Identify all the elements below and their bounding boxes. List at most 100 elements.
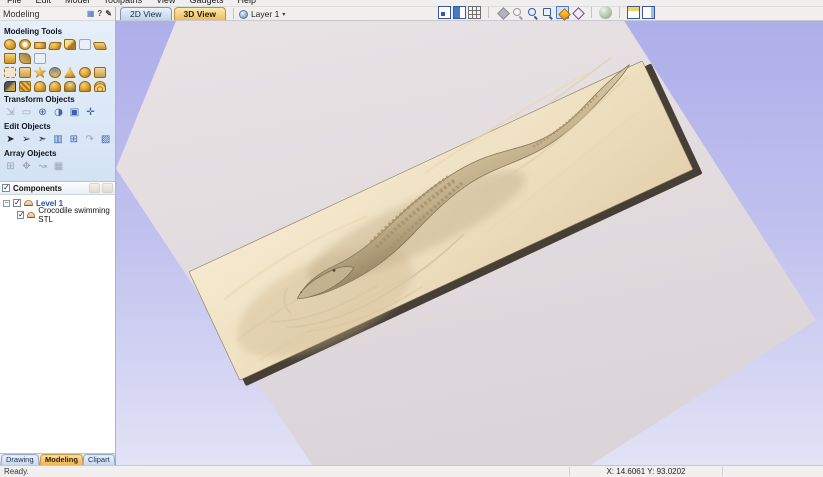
menu-item-gadgets[interactable]: Gadgets: [182, 0, 230, 6]
array-nest-icon[interactable]: ▦: [52, 161, 65, 173]
toggle-material-block-icon[interactable]: [556, 6, 569, 19]
edit-node-edit-icon[interactable]: ➢: [20, 134, 33, 146]
layer-selector[interactable]: Layer 1 ▾: [239, 9, 285, 19]
section-title: Edit Objects: [4, 122, 112, 131]
pin-panel-icon[interactable]: ✎: [105, 10, 112, 18]
tool-icon-row: ➤➢➣▥⊞↷▨: [4, 134, 112, 146]
tool-icon-row: [4, 39, 112, 50]
modeling-tool-icon-22[interactable]: [64, 81, 76, 92]
edit-select-icon[interactable]: ➤: [4, 134, 17, 146]
zoom-disabled-icon[interactable]: [511, 6, 524, 19]
modeling-tool-icon-20[interactable]: [34, 81, 46, 92]
tile-views-icon[interactable]: [453, 6, 466, 19]
tab-drawing[interactable]: Drawing: [0, 454, 39, 465]
modeling-tool-icon-6[interactable]: [79, 39, 91, 50]
modeling-tool-icon-16[interactable]: [79, 67, 91, 78]
transform-mirror-icon[interactable]: ◑: [52, 107, 65, 119]
modeling-tool-icon-12[interactable]: [19, 67, 31, 78]
modeling-tool-icon-23[interactable]: [79, 81, 91, 92]
tool-icon-row: [4, 81, 112, 92]
array-block-copy-icon[interactable]: ⊞: [4, 161, 17, 173]
menu-item-help[interactable]: Help: [230, 0, 263, 6]
edit-trim-icon[interactable]: ▥: [52, 134, 65, 146]
cursor-coordinates: X: 14.6061 Y: 93.0202: [570, 467, 722, 476]
visibility-checkbox[interactable]: [17, 211, 24, 219]
edit-fill-icon[interactable]: ▨: [99, 134, 112, 146]
shaded-render-icon[interactable]: [599, 6, 612, 19]
layers-globe-icon: [239, 10, 248, 19]
modeling-tool-icon-18[interactable]: [4, 81, 16, 92]
array-along-curve-icon[interactable]: ↝: [36, 161, 49, 173]
component-tool-b-icon[interactable]: [102, 183, 113, 193]
modeling-tool-icon-7[interactable]: [93, 42, 108, 50]
components-label: Components: [13, 184, 62, 193]
toggle-grid-icon[interactable]: [468, 6, 481, 19]
view-tab-3d-view[interactable]: 3D View: [174, 7, 226, 20]
toolbar-group-separator: [619, 7, 620, 18]
modeling-tool-icon-15[interactable]: [64, 67, 76, 78]
tab-clipart[interactable]: Clipart: [83, 454, 116, 465]
modeling-tool-icon-1[interactable]: [4, 39, 16, 50]
section-title: Array Objects: [4, 149, 112, 158]
zoom-box-icon[interactable]: [541, 6, 554, 19]
modeling-tool-icon-21[interactable]: [49, 81, 61, 92]
edit-measure-icon[interactable]: ➣: [36, 134, 49, 146]
toolbar-group: [438, 6, 481, 19]
modeling-tool-icon-2[interactable]: [19, 39, 31, 50]
viewport-3d[interactable]: [116, 21, 823, 465]
modeling-tool-icon-13[interactable]: [34, 67, 46, 78]
modeling-tool-icon-3[interactable]: [34, 42, 46, 49]
toolbar-group-separator: [488, 7, 489, 18]
menu-item-file[interactable]: File: [0, 0, 29, 6]
section-title: Transform Objects: [4, 95, 112, 104]
view-toolbar: [438, 6, 655, 19]
menu-item-edit[interactable]: Edit: [29, 0, 59, 6]
modeling-tool-icon-10[interactable]: [34, 53, 46, 64]
modeling-tool-icon-9[interactable]: [19, 53, 31, 64]
menu-item-model[interactable]: Model: [58, 0, 97, 6]
modeling-tool-icon-8[interactable]: [4, 53, 16, 64]
transform-distort-icon[interactable]: ▣: [68, 107, 81, 119]
tool-icon-row: ⇲▭⊕◑▣✛: [4, 107, 112, 119]
transform-size-icon[interactable]: ▭: [20, 107, 33, 119]
dock-window-icon[interactable]: ▦: [87, 10, 95, 18]
toolbar-group-separator: [591, 7, 592, 18]
components-checkbox[interactable]: [2, 184, 10, 192]
array-circular-icon[interactable]: ✥: [20, 161, 33, 173]
zoom-in-icon[interactable]: [526, 6, 539, 19]
tab-modeling[interactable]: Modeling: [39, 454, 83, 465]
view-tab-2d-view[interactable]: 2D View: [120, 7, 172, 20]
tool-icon-row: ⊞✥↝▦: [4, 161, 112, 173]
transform-scale-icon[interactable]: ⇲: [4, 107, 17, 119]
layout-split-icon[interactable]: [642, 6, 655, 19]
view-tab-bar: 2D View3D View Layer 1 ▾: [116, 7, 823, 21]
modeling-tool-icon-11[interactable]: [4, 67, 16, 78]
tree-expander-icon[interactable]: −: [3, 200, 10, 207]
transform-align-icon[interactable]: ✛: [84, 107, 97, 119]
zoom-to-fit-icon[interactable]: [438, 6, 451, 19]
panel-bottom-tabs: DrawingModelingClipartLayers: [0, 453, 115, 465]
menu-item-toolpaths[interactable]: Toolpaths: [97, 0, 150, 6]
modeling-tool-icon-4[interactable]: [48, 42, 62, 50]
view-tabs: 2D View3D View: [120, 7, 228, 20]
modeling-tool-icon-5[interactable]: [64, 39, 76, 50]
view-column: 2D View3D View Layer 1 ▾: [116, 7, 823, 465]
tree-item-component[interactable]: Crocodile swimming STL: [3, 210, 115, 220]
menu-item-view[interactable]: View: [149, 0, 182, 6]
modeling-tool-icon-19[interactable]: [19, 81, 31, 92]
material-diamond-disabled-icon[interactable]: [496, 6, 509, 19]
layout-single-icon[interactable]: [627, 6, 640, 19]
modeling-tool-icon-17[interactable]: [94, 67, 106, 78]
section-title: Modeling Tools: [4, 27, 112, 36]
help-icon[interactable]: ?: [97, 10, 102, 18]
component-tool-a-icon[interactable]: [89, 183, 100, 193]
edit-curve-icon[interactable]: ↷: [83, 134, 96, 146]
wireframe-diamond-icon[interactable]: [571, 6, 584, 19]
modeling-panel: Modeling ▦?✎ Modeling Tools Transform Obj…: [0, 7, 116, 465]
modeling-tool-icon-14[interactable]: [49, 67, 61, 78]
modeling-tool-icon-24[interactable]: [94, 81, 106, 92]
transform-move-icon[interactable]: ⊕: [36, 107, 49, 119]
app-frame: Modeling ▦?✎ Modeling Tools Transform Obj…: [0, 6, 823, 465]
edit-join-icon[interactable]: ⊞: [67, 134, 80, 146]
visibility-checkbox[interactable]: [13, 199, 21, 207]
